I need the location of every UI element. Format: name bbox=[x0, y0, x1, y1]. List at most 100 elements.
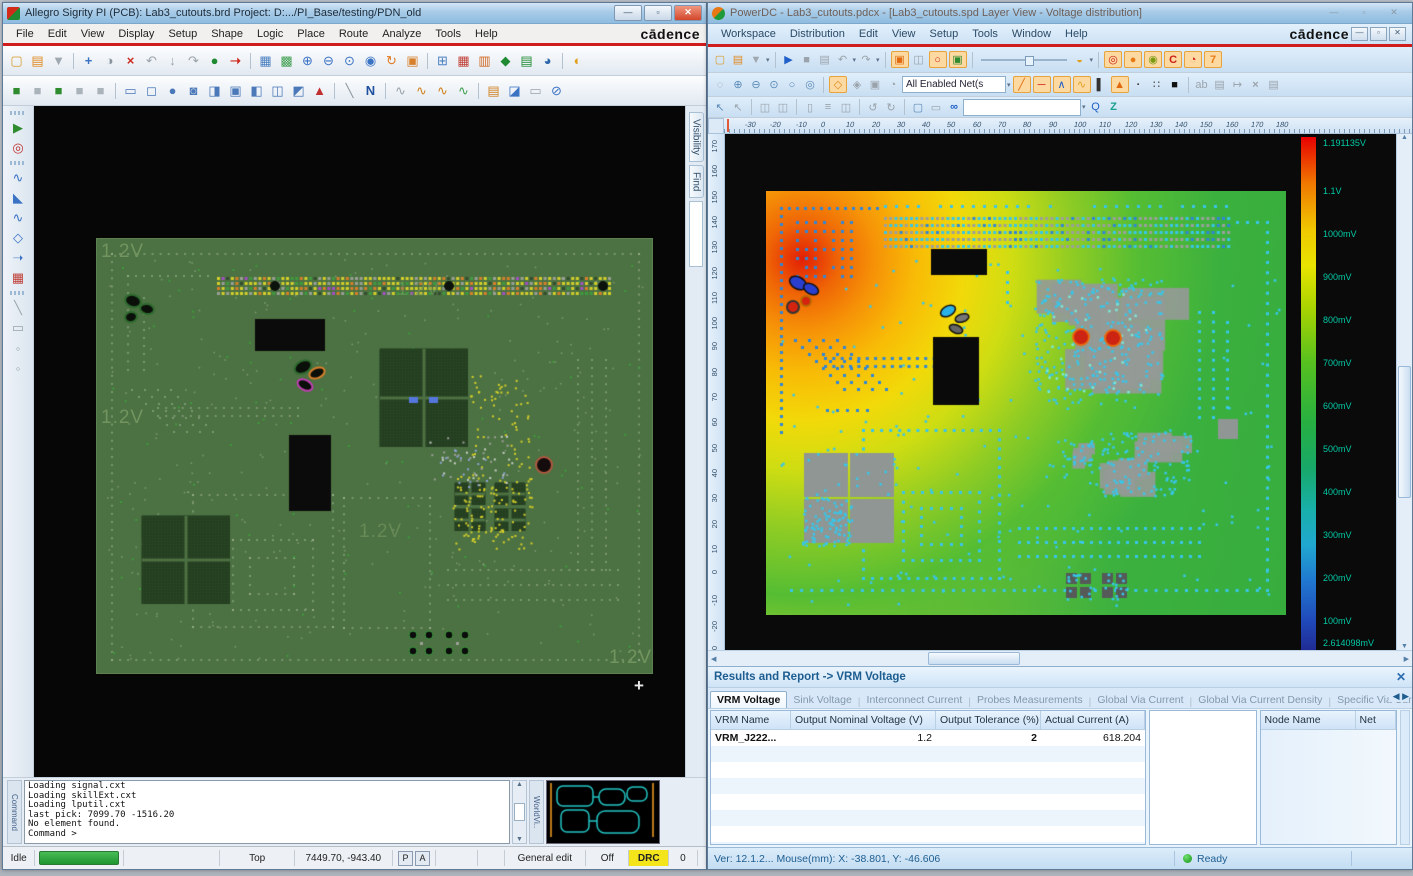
zoom-level-icon[interactable]: ◒ bbox=[1072, 52, 1088, 67]
voltage-heatmap-board[interactable] bbox=[766, 191, 1286, 615]
column-header[interactable]: Net bbox=[1356, 711, 1396, 729]
status-mode[interactable]: General edit bbox=[505, 850, 587, 866]
table-row[interactable]: VRM_J222...1.22618.204 bbox=[711, 730, 1145, 746]
vertical-scrollbar[interactable]: ▲ ▼ bbox=[1396, 134, 1412, 650]
module-icon[interactable]: ▤ bbox=[484, 82, 503, 100]
shape-merge-icon[interactable]: ▣ bbox=[226, 82, 245, 100]
copy-icon[interactable]: ▤ bbox=[817, 52, 833, 67]
net-icon[interactable]: N bbox=[361, 82, 380, 100]
allegro-menu-analyze[interactable]: Analyze bbox=[375, 28, 428, 40]
meander-icon[interactable]: ∿ bbox=[7, 208, 29, 228]
select-net-icon[interactable]: ↖ bbox=[730, 100, 746, 115]
save-icon[interactable]: ▼ bbox=[748, 52, 764, 67]
probe-icon[interactable]: ⊘ bbox=[547, 82, 566, 100]
zoom-out-icon[interactable]: ⊖ bbox=[748, 77, 764, 92]
workspace-icon[interactable]: ▣ bbox=[403, 52, 422, 70]
zoom-selection-icon[interactable]: ⊙ bbox=[766, 77, 782, 92]
zoom-in-icon[interactable]: ⊕ bbox=[730, 77, 746, 92]
delete-node-icon[interactable]: × bbox=[1248, 77, 1264, 92]
results-tab-sink-voltage[interactable]: Sink Voltage bbox=[787, 692, 857, 708]
zoom-previous-icon[interactable]: ◉ bbox=[361, 52, 380, 70]
highlight-icon[interactable]: Z bbox=[1106, 100, 1122, 115]
density-distribution-icon[interactable]: ◉ bbox=[1144, 51, 1162, 68]
pad-display-icon[interactable]: ○ bbox=[929, 51, 947, 68]
allegro-menu-display[interactable]: Display bbox=[111, 28, 161, 40]
plane-display-icon[interactable]: ▣ bbox=[949, 51, 967, 68]
rotate-right-icon[interactable]: ↻ bbox=[883, 100, 899, 115]
shape-subtract-icon[interactable]: ◧ bbox=[247, 82, 266, 100]
info-icon[interactable]: ◐ bbox=[568, 52, 587, 70]
toolbar-drag-handle[interactable] bbox=[10, 161, 26, 165]
close-button[interactable]: ✕ bbox=[1380, 5, 1408, 21]
visibility-off-icon[interactable]: ■ bbox=[28, 82, 47, 100]
board-view-icon[interactable]: ▶ bbox=[7, 118, 29, 138]
workflow-icon[interactable]: ▣ bbox=[891, 51, 909, 68]
zoom-fit-icon[interactable]: ▩ bbox=[277, 52, 296, 70]
shape-circle-icon[interactable]: ● bbox=[163, 82, 182, 100]
rect-select-icon[interactable]: ▢ bbox=[910, 100, 926, 115]
shape-rect-icon[interactable]: ▭ bbox=[121, 82, 140, 100]
column-header[interactable]: Node Name bbox=[1261, 711, 1356, 729]
via-place-icon[interactable]: ▲ bbox=[1111, 76, 1129, 93]
shape-void-icon[interactable]: ◙ bbox=[184, 82, 203, 100]
allegro-menu-view[interactable]: View bbox=[74, 28, 112, 40]
undo-icon[interactable]: ↶ bbox=[142, 52, 161, 70]
draw-arc-icon[interactable]: ∿ bbox=[1073, 76, 1091, 93]
move-icon[interactable]: + bbox=[79, 52, 98, 70]
powerdc-titlebar[interactable]: PowerDC - Lab3_cutouts.pdcx - [Lab3_cuto… bbox=[708, 3, 1412, 24]
current-distribution-icon[interactable]: ● bbox=[1124, 51, 1142, 68]
pan-icon[interactable]: ◌ bbox=[712, 77, 728, 92]
pcb-canvas[interactable]: 1.2V 1.2V 1.2V 1.2V 1.2V + bbox=[34, 106, 685, 777]
scroll-down-icon[interactable]: ▼ bbox=[516, 836, 523, 843]
duplicate-icon[interactable]: ▤ bbox=[1212, 77, 1228, 92]
label-ab-icon[interactable]: ab bbox=[1194, 77, 1210, 92]
f7-report-icon[interactable]: 7 bbox=[1204, 51, 1222, 68]
shape-island-icon[interactable]: ◫ bbox=[268, 82, 287, 100]
undo-icon[interactable]: ↶ bbox=[835, 52, 851, 67]
minimize-button[interactable]: — bbox=[1320, 5, 1348, 21]
mirror-icon[interactable]: ◑ bbox=[100, 52, 119, 70]
close-button[interactable]: ✕ bbox=[674, 5, 702, 21]
color-dialog-icon[interactable]: ▦ bbox=[454, 52, 473, 70]
tab-scroll-arrows[interactable]: ◀ ▶ bbox=[1389, 691, 1409, 702]
powerdc-menu-help[interactable]: Help bbox=[1058, 28, 1095, 40]
allegro-menu-edit[interactable]: Edit bbox=[41, 28, 74, 40]
allegro-menu-route[interactable]: Route bbox=[332, 28, 375, 40]
console-scrollbar[interactable]: ▲ ▼ bbox=[512, 780, 527, 844]
rotate-left-icon[interactable]: ↺ bbox=[865, 100, 881, 115]
status-icon[interactable]: ▤ bbox=[517, 52, 536, 70]
ratsnest-off-icon[interactable]: ∿ bbox=[391, 82, 410, 100]
scroll-up-icon[interactable]: ▲ bbox=[516, 781, 523, 788]
redo-icon[interactable]: ↷ bbox=[184, 52, 203, 70]
dim-rect-icon[interactable]: ▭ bbox=[7, 318, 29, 338]
align-top-icon[interactable]: ▯ bbox=[802, 100, 818, 115]
scroll-down-icon[interactable]: ▼ bbox=[1401, 643, 1408, 650]
powerdc-menu-workspace[interactable]: Workspace bbox=[714, 28, 783, 40]
zoom-points-icon[interactable]: ▦ bbox=[256, 52, 275, 70]
allegro-menu-setup[interactable]: Setup bbox=[161, 28, 204, 40]
pair-vertical-icon[interactable]: ◫ bbox=[775, 100, 791, 115]
scroll-thumb[interactable] bbox=[928, 652, 1020, 665]
scroll-thumb[interactable] bbox=[1398, 366, 1411, 498]
allegro-menu-tools[interactable]: Tools bbox=[428, 28, 468, 40]
redraw-icon[interactable]: ↻ bbox=[382, 52, 401, 70]
new-file-icon[interactable]: ▢ bbox=[7, 52, 26, 70]
results-tab-global-via-current[interactable]: Global Via Current bbox=[1091, 692, 1189, 708]
results-tab-probes-measurements[interactable]: Probes Measurements bbox=[971, 692, 1089, 708]
allegro-menu-logic[interactable]: Logic bbox=[250, 28, 290, 40]
select-pointer-icon[interactable]: ↖ bbox=[712, 100, 728, 115]
pin-group-icon[interactable]: ∷ bbox=[1149, 77, 1165, 92]
status-drc[interactable]: DRC bbox=[629, 850, 669, 866]
reuse-icon[interactable]: ◪ bbox=[505, 82, 524, 100]
new-file-icon[interactable]: ▢ bbox=[712, 52, 728, 67]
done-icon[interactable]: ● bbox=[205, 52, 224, 70]
power-pin-icon[interactable]: ◔ bbox=[1184, 51, 1202, 68]
draw-line-icon[interactable]: ─ bbox=[1033, 76, 1051, 93]
scroll-thumb[interactable] bbox=[514, 803, 525, 821]
fanout-icon[interactable]: ➝ bbox=[7, 248, 29, 268]
zoom-fit-icon[interactable]: ○ bbox=[784, 77, 800, 92]
route-icon[interactable]: ∿ bbox=[7, 168, 29, 188]
maximize-button[interactable]: ▫ bbox=[1350, 5, 1378, 21]
worldview-panel-tab[interactable]: WorldVi.. bbox=[529, 780, 544, 844]
diff-pair-icon[interactable]: ◇ bbox=[7, 228, 29, 248]
